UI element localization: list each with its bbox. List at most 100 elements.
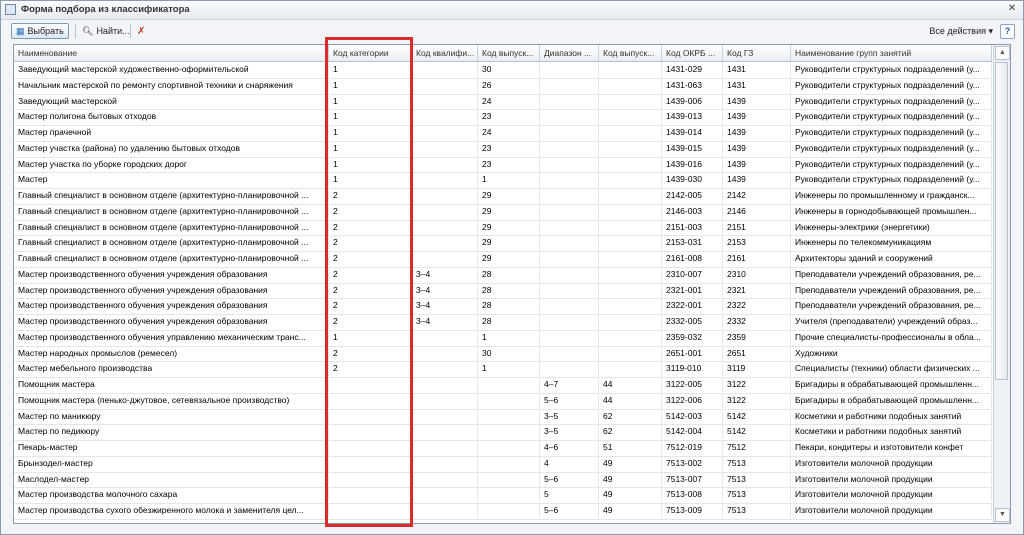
- cell-col-gz-code: 2651: [723, 345, 791, 361]
- cell-col-gz-code: 7513: [723, 503, 791, 518]
- table-row[interactable]: Мастер по маникюру 3–5 62 5142-003 5142 Косме…: [14, 408, 992, 426]
- table-row[interactable]: Помощник мастера (пенько-джутовое, сетев…: [14, 392, 992, 410]
- cell-col-issue-code-2: [599, 93, 662, 109]
- cell-col-issue-code: [478, 487, 540, 503]
- cell-col-category-code: [329, 487, 412, 503]
- table-row[interactable]: Мастер производственного обучения управл…: [14, 329, 992, 347]
- table-row[interactable]: Главный специалист в основном отделе (ар…: [14, 188, 992, 205]
- help-icon[interactable]: ?: [1000, 24, 1015, 39]
- vertical-scrollbar[interactable]: ▲ ▼: [993, 45, 1010, 523]
- header-col-okrb-code[interactable]: Код ОКРБ ...: [662, 45, 723, 61]
- table-row[interactable]: Мастер прачечной 1 24 1439-014 1439 Руководит…: [14, 125, 992, 142]
- table-row[interactable]: Маслодел-мастер 5–6 49 7513-007 7513 Изготови…: [14, 471, 992, 489]
- table-row[interactable]: Брынзодел-мастер 4 49 7513-002 7513 Изготовит…: [14, 455, 992, 473]
- cell-col-issue-code-2: [599, 251, 662, 266]
- table-row[interactable]: Главный специалист в основном отделе (ар…: [14, 219, 992, 237]
- cell-col-group-name: Руководители структурных подразделений (…: [791, 140, 992, 156]
- cell-col-issue-code-2: 49: [599, 471, 662, 487]
- find-button[interactable]: 🔍︎ Найти...: [78, 23, 134, 39]
- cell-col-range: [540, 251, 599, 266]
- header-col-issue-code-2[interactable]: Код выпуск...: [599, 45, 662, 61]
- cell-col-issue-code: 29: [478, 219, 540, 235]
- cell-col-gz-code: 1439: [723, 125, 791, 140]
- table-row[interactable]: Главный специалист в основном отделе (ар…: [14, 203, 992, 221]
- cell-col-issue-code-2: [599, 345, 662, 361]
- cell-col-okrb-code: 1439-016: [662, 156, 723, 172]
- cell-col-category-code: 1: [329, 109, 412, 125]
- cell-col-issue-code: 28: [478, 266, 540, 282]
- header-col-gz-code[interactable]: Код ГЗ: [723, 45, 791, 61]
- close-icon[interactable]: ✕: [1005, 3, 1019, 15]
- table-row[interactable]: Мастер участка (района) по удалению быто…: [14, 140, 992, 158]
- cell-col-issue-code: [478, 377, 540, 392]
- cell-col-qualification-code: [412, 77, 478, 93]
- cell-col-issue-code: 23: [478, 140, 540, 156]
- scroll-down-icon[interactable]: ▼: [995, 508, 1010, 522]
- cell-col-gz-code: 1439: [723, 93, 791, 109]
- cell-col-range: [540, 282, 599, 298]
- cell-col-category-code: 1: [329, 62, 412, 77]
- cell-col-category-code: 2: [329, 298, 412, 314]
- cell-col-issue-code-2: [599, 329, 662, 345]
- cell-col-okrb-code: 3122-006: [662, 392, 723, 408]
- cell-col-category-code: 2: [329, 251, 412, 266]
- table-row[interactable]: Мастер производственного обучения учрежд…: [14, 314, 992, 331]
- table-row[interactable]: Мастер производственного обучения учрежд…: [14, 282, 992, 300]
- select-button-label: Выбрать: [27, 26, 64, 36]
- table-row[interactable]: Мастер производственного обучения учрежд…: [14, 266, 992, 284]
- cell-col-qualification-code: [412, 188, 478, 203]
- header-col-category-code[interactable]: Код категории: [329, 45, 412, 61]
- cell-col-name: Главный специалист в основном отделе (ар…: [14, 251, 329, 266]
- cell-col-category-code: [329, 471, 412, 487]
- cell-col-issue-code: 1: [478, 361, 540, 377]
- select-icon: ▦: [16, 25, 25, 36]
- cell-col-issue-code: 24: [478, 125, 540, 140]
- scroll-thumb[interactable]: [995, 62, 1008, 380]
- cell-col-issue-code-2: [599, 219, 662, 235]
- table-row[interactable]: Мастер производства сухого обезжиренного…: [14, 503, 992, 520]
- cell-col-issue-code: [478, 471, 540, 487]
- cell-col-name: Главный специалист в основном отделе (ар…: [14, 188, 329, 203]
- cell-col-name: Мастер производства сухого обезжиренного…: [14, 503, 329, 518]
- cell-col-issue-code-2: 49: [599, 455, 662, 471]
- cell-col-category-code: 1: [329, 329, 412, 345]
- table-row[interactable]: Мастер народных промыслов (ремесел) 2 30 26…: [14, 345, 992, 363]
- cell-col-group-name: Преподаватели учреждений образования, ре…: [791, 282, 992, 298]
- table-row[interactable]: Пекарь-мастер 4–6 51 7512-019 7512 Пекари, ко…: [14, 440, 992, 457]
- select-button[interactable]: ▦ Выбрать: [11, 23, 69, 39]
- cell-col-group-name: Руководители структурных подразделений (…: [791, 172, 992, 188]
- table-row[interactable]: Заведующий мастерской 1 24 1439-006 1439 Руко…: [14, 93, 992, 111]
- cell-col-issue-code-2: 62: [599, 408, 662, 424]
- header-col-range[interactable]: Диапазон ...: [540, 45, 599, 61]
- table-row[interactable]: Главный специалист в основном отделе (ар…: [14, 235, 992, 252]
- cell-col-group-name: Пекари, кондитеры и изготовители конфет: [791, 440, 992, 455]
- cell-col-okrb-code: 2322-001: [662, 298, 723, 314]
- cell-col-qualification-code: 3–4: [412, 314, 478, 329]
- header-col-group-name[interactable]: Наименование групп занятий: [791, 45, 992, 61]
- table-row[interactable]: Начальник мастерской по ремонту спортивн…: [14, 77, 992, 95]
- cell-col-name: Мастер по педикюру: [14, 424, 329, 440]
- table-row[interactable]: Мастер 1 1 1439-030 1439 Руководители структу…: [14, 172, 992, 189]
- table-row[interactable]: Мастер производства молочного сахара 5 49 7…: [14, 487, 992, 504]
- table-row[interactable]: Мастер мебельного производства 2 1 3119-010…: [14, 361, 992, 378]
- cell-col-name: Заведующий мастерской: [14, 93, 329, 109]
- header-col-name[interactable]: Наименование: [14, 45, 329, 61]
- table-row[interactable]: Главный специалист в основном отделе (ар…: [14, 251, 992, 268]
- cancel-search-button[interactable]: ✗: [133, 23, 149, 39]
- all-actions-menu[interactable]: Все действия ▾: [929, 26, 993, 37]
- table-row[interactable]: Мастер производственного обучения учрежд…: [14, 298, 992, 315]
- cell-col-qualification-code: [412, 125, 478, 140]
- cell-col-qualification-code: [412, 156, 478, 172]
- cell-col-issue-code-2: 44: [599, 392, 662, 408]
- cancel-search-icon: ✗: [137, 25, 146, 37]
- table-row[interactable]: Мастер полигона бытовых отходов 1 23 1439-0…: [14, 109, 992, 126]
- header-col-issue-code[interactable]: Код выпуск...: [478, 45, 540, 61]
- cell-col-okrb-code: 7513-008: [662, 487, 723, 503]
- scroll-up-icon[interactable]: ▲: [995, 46, 1010, 60]
- table-row[interactable]: Мастер участка по уборке городских дорог…: [14, 156, 992, 174]
- table-row[interactable]: Мастер по педикюру 3–5 62 5142-004 5142 Косме…: [14, 424, 992, 441]
- cell-col-qualification-code: [412, 503, 478, 518]
- table-row[interactable]: Заведующий мастерской художественно-офор…: [14, 62, 992, 79]
- header-col-qualification-code[interactable]: Код квалифи...: [412, 45, 478, 61]
- table-row[interactable]: Помощник мастера 4–7 44 3122-005 3122 Бригади…: [14, 377, 992, 394]
